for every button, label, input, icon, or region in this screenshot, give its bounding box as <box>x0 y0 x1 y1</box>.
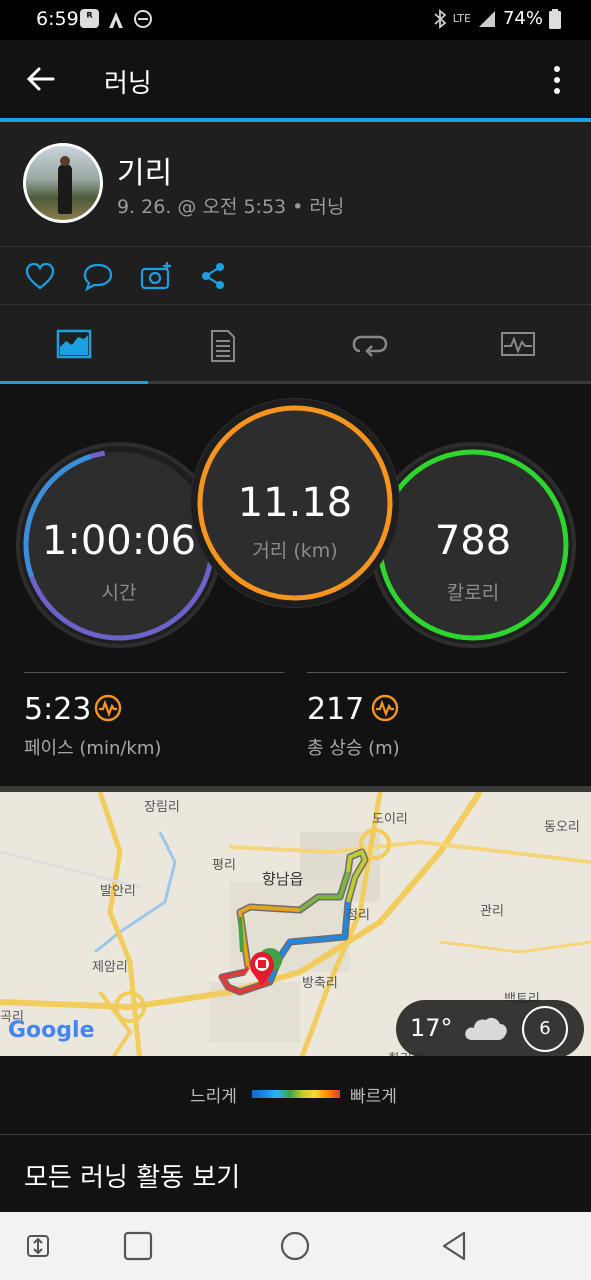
battery-percent: 74% <box>502 8 543 29</box>
elevation-value: 217 <box>307 692 365 727</box>
view-all-runs-label: 모든 러닝 활동 보기 <box>24 1163 241 1193</box>
pace-badge-icon <box>94 694 122 722</box>
distance-value: 11.18 <box>237 480 353 526</box>
map-label: 발안리 <box>100 884 136 899</box>
status-time: 6:59 <box>36 8 79 30</box>
keyboard-toggle-icon[interactable] <box>22 1230 54 1262</box>
map-label: 정리 <box>346 908 370 923</box>
tab-laps[interactable] <box>296 305 444 383</box>
cloud-icon <box>465 1017 507 1040</box>
tab-overview[interactable] <box>0 305 148 383</box>
map-label: 관리 <box>480 904 504 919</box>
home-icon[interactable] <box>279 1230 311 1262</box>
google-logo: Google <box>8 1018 95 1043</box>
activity-header: 기리 9. 26. @ 오전 5:53 • 러닝 <box>0 122 591 246</box>
user-name: 기리 <box>117 156 173 191</box>
app-bar: 러닝 <box>0 40 591 120</box>
calorie-value: 788 <box>434 518 512 564</box>
heart-rate-chart-icon <box>501 332 535 356</box>
back-arrow-icon[interactable] <box>26 64 56 94</box>
add-photo-icon[interactable] <box>140 261 172 291</box>
elevation-badge-icon <box>371 694 399 722</box>
distance-label: 거리 (km) <box>252 540 338 562</box>
stats-panel: 1:00:06 시간 788 칼로리 11.18 거리 (km) 5:23 페이… <box>0 384 591 786</box>
share-icon[interactable] <box>198 261 230 291</box>
pace-gradient-bar <box>252 1090 340 1098</box>
map-label: 장림리 <box>144 800 180 815</box>
app-notification-icon: ᴿ <box>80 9 99 28</box>
network-type: LTE <box>452 12 471 25</box>
tab-charts[interactable] <box>444 305 591 383</box>
back-icon[interactable] <box>438 1230 470 1262</box>
weather-badge[interactable]: 17° 6 <box>396 1000 584 1056</box>
recent-apps-icon[interactable] <box>122 1230 154 1262</box>
activity-meta: 9. 26. @ 오전 5:53 • 러닝 <box>117 196 345 218</box>
legend-fast-label: 빠르게 <box>350 1087 397 1107</box>
map-label: 동오리 <box>544 820 580 835</box>
more-options-icon[interactable] <box>547 64 567 96</box>
map-label: 향남읍 <box>262 870 304 888</box>
pace-label: 페이스 (min/km) <box>24 738 162 759</box>
overview-chart-icon <box>56 329 92 359</box>
wind-speed-dial: 6 <box>522 1006 568 1052</box>
page-title: 러닝 <box>104 69 152 99</box>
view-all-runs-link[interactable]: 모든 러닝 활동 보기 <box>0 1134 591 1212</box>
bluetooth-icon <box>434 8 447 29</box>
like-heart-icon[interactable] <box>24 261 56 291</box>
calorie-ring: 788 칼로리 <box>370 442 576 648</box>
system-nav-bar <box>0 1212 591 1280</box>
do-not-disturb-icon <box>134 10 152 28</box>
status-bar: 6:59 ᴿ LTE 74% <box>0 0 591 40</box>
social-actions <box>0 246 591 304</box>
map-label: 도이리 <box>372 812 408 827</box>
activity-tabs <box>0 304 591 384</box>
calorie-label: 칼로리 <box>446 582 500 604</box>
elevation-label: 총 상승 (m) <box>307 738 400 759</box>
map-label: 제암리 <box>92 960 128 975</box>
strava-notification-icon <box>109 12 123 28</box>
map-label: 평리 <box>212 858 236 873</box>
laps-loop-icon <box>352 335 388 357</box>
notification-icons: ᴿ <box>80 9 153 29</box>
document-icon <box>211 330 235 362</box>
battery-icon <box>549 8 561 29</box>
status-right: LTE 74% <box>433 8 561 29</box>
signal-icon <box>478 10 495 27</box>
comment-icon[interactable] <box>82 261 114 291</box>
distance-ring: 11.18 거리 (km) <box>190 398 400 608</box>
weather-temp: 17° <box>410 1014 453 1042</box>
map-label: 방축리 <box>302 976 338 991</box>
route-map[interactable]: 장림리 도이리 동오리 평리 향남읍 발안리 정리 관리 제암리 방축리 백토리… <box>0 786 591 1056</box>
pace-legend: 느리게 빠르게 <box>0 1056 591 1134</box>
avatar[interactable] <box>23 143 103 223</box>
tab-details[interactable] <box>148 305 296 383</box>
pace-value: 5:23 <box>24 692 92 727</box>
legend-slow-label: 느리게 <box>190 1087 237 1107</box>
